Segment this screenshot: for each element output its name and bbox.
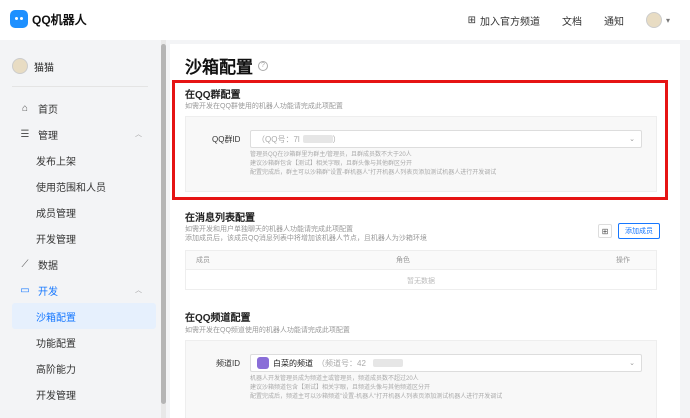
column-header-actions: 操作 [616, 257, 630, 264]
sidebar-item-manage[interactable]: ☰ 管理 ︿ [0, 121, 160, 147]
column-header-role: 角色 [396, 257, 410, 264]
list-section-desc-2: 添加成员后，该成员QQ消息列表中将增加该机器人节点，且机器人为沙箱环境 [185, 235, 427, 242]
sidebar-item-label: 沙箱配置 [36, 312, 76, 324]
channel-number: （频道号：42 [317, 358, 366, 368]
page-title-text: 沙箱配置 [185, 58, 253, 77]
hint-line: 建议沙箱频道包含【测试】相关字眼，且频道头像与其他频道区分开 [250, 385, 431, 391]
user-name: 猫猫 [34, 62, 54, 74]
column-header-member: 成员 [196, 257, 210, 264]
redacted-mask [372, 359, 403, 367]
help-icon[interactable]: ? [258, 60, 268, 71]
sidebar-item-publish[interactable]: 发布上架 [0, 147, 160, 173]
empty-state: 暂无数据 [186, 269, 656, 291]
add-member-button[interactable]: 添加成员 [618, 223, 660, 239]
monitor-icon: ▭ [20, 284, 30, 296]
sidebar-item-label: 功能配置 [36, 338, 76, 350]
main-panel: 沙箱配置 ? 在QQ群配置 如需开发在QQ群使用的机器人功能请完成此项配置 QQ… [170, 44, 680, 418]
sidebar-item-label: 开发管理 [36, 234, 76, 246]
group-id-select[interactable]: （QQ号：7l ） ⌄ [250, 130, 642, 148]
hint-line: 机器人开发管理员成为频道主或管理员，频道成员数不超过20人 [250, 376, 419, 382]
channel-id-select[interactable]: 白菜的频道 （频道号：42 ⌄ [250, 354, 642, 372]
sidebar-item-label: 开发 [38, 286, 58, 298]
group-id-label: QQ群ID [212, 135, 241, 144]
home-icon: ⌂ [21, 102, 29, 114]
sidebar-item-develop[interactable]: ▭ 开发 ︿ [0, 277, 160, 303]
sidebar-item-features[interactable]: 功能配置 [0, 329, 160, 355]
sidebar-item-members[interactable]: 成员管理 [0, 199, 160, 225]
channel-section-desc: 如需开发在QQ频道使用的机器人功能请完成此项配置 [185, 327, 350, 334]
docs-link[interactable]: 文档 [562, 13, 582, 28]
hint-line: 配置完成后，频道主可以沙箱频道"设置-机器人"打开机器人列表页添加测试机器人进行… [250, 394, 503, 400]
hint-line: 建议沙箱群包含【测试】相关字眼，且群头像与其他群区分开 [250, 161, 413, 167]
sidebar-item-label: 首页 [38, 104, 58, 116]
sidebar-item-label: 使用范围和人员 [36, 182, 106, 194]
sidebar-item-sandbox[interactable]: 沙箱配置 [12, 303, 156, 329]
join-channel-link[interactable]: ⊞ 加入官方频道 [468, 13, 540, 28]
chevron-up-icon: ︿ [135, 287, 142, 294]
sidebar-item-advanced[interactable]: 高阶能力 [0, 355, 160, 381]
chevron-down-icon: ▾ [665, 15, 670, 25]
page-title: 沙箱配置 ? [185, 53, 268, 78]
group-hints: 管理员QQ在沙箱群里为群主/管理员，且群成员数不大于20人 建议沙箱群包含【测试… [250, 151, 496, 178]
logo[interactable]: QQ机器人 [10, 10, 87, 28]
sidebar-item-label: 高阶能力 [36, 364, 76, 376]
grid-icon: ⊞ [467, 14, 476, 26]
channel-id-label: 频道ID [216, 359, 240, 368]
channel-name: 白菜的频道 [273, 358, 313, 368]
top-nav: ⊞ 加入官方频道 文档 通知 ▾ [468, 12, 670, 28]
avatar [12, 58, 28, 74]
list-section-title: 在消息列表配置 [185, 213, 255, 224]
docs-label: 文档 [561, 16, 582, 28]
notifications-link[interactable]: 通知 [604, 13, 624, 28]
logo-text: QQ机器人 [32, 12, 87, 27]
notifications-label: 通知 [603, 16, 624, 28]
channel-pill: 白菜的频道 （频道号：42 [257, 357, 403, 369]
robot-logo-icon [10, 10, 28, 28]
hint-line: 管理员QQ在沙箱群里为群主/管理员，且群成员数不大于20人 [250, 152, 412, 158]
chart-icon: ⟋ [21, 258, 29, 270]
sidebar-item-dev-manage-2[interactable]: 开发管理 [0, 381, 160, 407]
sidebar-item-home[interactable]: ⌂ 首页 [0, 95, 160, 121]
divider [12, 86, 148, 87]
group-section-desc: 如需开发在QQ群使用的机器人功能请完成此项配置 [185, 103, 343, 110]
sidebar-item-label: 开发管理 [36, 390, 76, 402]
sidebar: 猫猫 ⌂ 首页 ☰ 管理 ︿ 发布上架 使用范围和人员 成员管理 开发管理 ⟋ … [0, 48, 160, 418]
sidebar-item-dev-manage[interactable]: 开发管理 [0, 225, 160, 251]
redacted-mask [302, 135, 333, 143]
qrcode-button[interactable]: ⊞ [598, 224, 612, 238]
sidebar-item-scope[interactable]: 使用范围和人员 [0, 173, 160, 199]
qrcode-icon: ⊞ [601, 226, 609, 236]
channel-section-title: 在QQ频道配置 [185, 313, 251, 324]
group-section-title: 在QQ群配置 [185, 90, 241, 101]
chevron-up-icon: ︿ [135, 131, 142, 138]
user-menu[interactable]: ▾ [645, 12, 670, 28]
group-id-value: （QQ号：7l [257, 134, 300, 144]
chevron-down-icon: ⌄ [629, 136, 635, 143]
sidebar-item-data[interactable]: ⟋ 数据 [0, 251, 160, 277]
list-icon: ☰ [20, 128, 30, 140]
avatar [645, 12, 662, 28]
channel-hints: 机器人开发管理员成为频道主或管理员，频道成员数不超过20人 建议沙箱频道包含【测… [250, 375, 502, 402]
table-header: 成员 角色 操作 [186, 251, 656, 269]
join-channel-label: 加入官方频道 [479, 16, 540, 28]
sidebar-user[interactable]: 猫猫 [0, 54, 160, 78]
sidebar-item-label: 数据 [38, 260, 58, 272]
sidebar-item-label: 成员管理 [36, 208, 76, 220]
member-table: 成员 角色 操作 暂无数据 [185, 250, 657, 290]
sidebar-item-label: 管理 [38, 130, 58, 142]
hint-line: 配置完成后，群主可以沙箱群"设置-群机器人"打开机器人列表页添加测试机器人进行开… [250, 170, 497, 176]
sidebar-item-label: 发布上架 [36, 156, 76, 168]
channel-avatar-icon [257, 357, 269, 369]
sidebar-scrollbar[interactable] [161, 40, 166, 418]
scrollbar-thumb[interactable] [161, 44, 166, 404]
chevron-down-icon: ⌄ [629, 360, 635, 367]
top-bar: QQ机器人 ⊞ 加入官方频道 文档 通知 ▾ [0, 0, 690, 40]
group-id-value-end: ） [332, 134, 341, 144]
